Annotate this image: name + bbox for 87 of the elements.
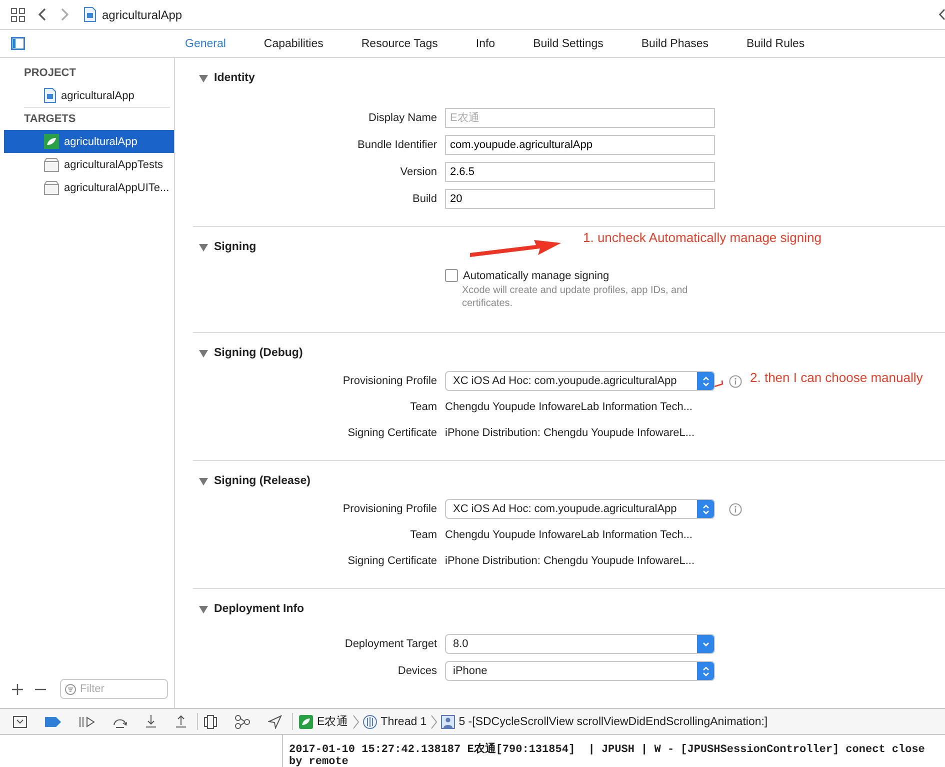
bundle-icon [44, 158, 59, 172]
sidebar-item[interactable]: agriculturalAppUITe... [4, 176, 174, 199]
sidebar-item[interactable]: agriculturalApp [4, 130, 174, 153]
sidebar-toggle-icon[interactable] [11, 37, 25, 50]
app-name[interactable]: E农通 [317, 714, 349, 729]
step-out-icon[interactable] [175, 715, 187, 728]
stack-frame[interactable]: 5 -[SDCycleScrollView scrollViewDidEndScrollingAnimation:] [458, 716, 768, 728]
sidebar-item[interactable]: agriculturalAppTests [4, 153, 174, 176]
field-label: Team [409, 401, 437, 413]
field-value: iPhone Distribution: Chengdu Youpude InfowareL... [445, 427, 695, 439]
thread-icon [362, 714, 377, 728]
field-label: Provisioning Profile [342, 375, 437, 387]
document-icon [44, 88, 56, 103]
section-title: Signing (Release) [214, 475, 310, 487]
breakpoint-icon[interactable] [45, 716, 61, 726]
section-title: Signing [214, 241, 256, 253]
collapse-icon[interactable] [939, 9, 945, 20]
leaf-app-icon [299, 714, 313, 728]
stack-frame-icon [440, 714, 455, 728]
location-icon[interactable] [268, 714, 282, 728]
field-label: Team [409, 529, 437, 541]
collapse-triangle-icon[interactable] [199, 604, 208, 614]
continue-icon[interactable] [79, 716, 95, 728]
breadcrumb-chevron-icon [352, 714, 359, 728]
collapse-triangle-icon[interactable] [199, 348, 208, 358]
console-toggle-icon[interactable] [13, 716, 27, 728]
field-value: Chengdu Youpude InfowareLab Information Tech... [445, 401, 692, 413]
field-label: Signing Certificate [346, 555, 437, 567]
field-label: Bundle Identifier [356, 139, 437, 151]
tab[interactable]: Build Settings [533, 38, 604, 50]
annotation-text: 1. uncheck Automatically manage signing [583, 230, 822, 245]
updown-chevron-icon [700, 502, 710, 516]
tab[interactable]: Build Phases [641, 38, 709, 50]
checkbox[interactable]: Automatically manage signing [445, 269, 945, 282]
text-field[interactable]: 2.6.5 [445, 162, 715, 182]
updown-chevron-icon [700, 374, 710, 388]
info-icon[interactable] [729, 502, 742, 516]
section-title: Signing (Debug) [214, 347, 303, 359]
view-hierarchy-icon[interactable] [204, 714, 217, 728]
console-line: 2017-01-10 15:27:42.138187 E农通[790:131854] | JPUSH | W - [JPUSHSessionController] conect close [289, 744, 926, 756]
popup-button[interactable]: XC iOS Ad Hoc: com.youpude.agriculturalApp [445, 371, 715, 391]
field-label: Version [399, 166, 437, 178]
tab[interactable]: Build Rules [746, 38, 805, 50]
popup-button[interactable]: 8.0 [445, 634, 715, 654]
section-title: Deployment Info [214, 603, 304, 615]
updown-chevron-icon [700, 664, 710, 678]
section-title: Identity [214, 72, 255, 84]
field-value: iPhone Distribution: Chengdu Youpude InfowareL... [445, 555, 695, 567]
sidebar-item[interactable]: agriculturalApp [0, 84, 174, 107]
tab[interactable]: Info [476, 38, 496, 50]
step-into-icon[interactable] [145, 715, 157, 728]
memory-graph-icon[interactable] [235, 714, 250, 728]
add-icon[interactable] [12, 684, 23, 694]
breadcrumb-chevron-icon [430, 714, 437, 728]
popup-button[interactable]: iPhone [445, 661, 715, 681]
console-line: by remote [289, 756, 350, 767]
text-field[interactable]: com.youpude.agriculturalApp [445, 135, 715, 155]
collapse-triangle-icon[interactable] [199, 74, 208, 82]
leaf-app-icon [44, 134, 59, 149]
field-label: Signing Certificate [346, 427, 437, 439]
info-icon[interactable] [729, 374, 742, 388]
tab[interactable]: Capabilities [264, 38, 324, 50]
text-field[interactable]: E农通 [445, 108, 715, 128]
filter-icon [65, 684, 76, 694]
sidebar-heading: PROJECT [24, 66, 77, 81]
project-title[interactable]: agriculturalApp [102, 8, 182, 22]
field-label: Build [412, 193, 437, 205]
grid-icon[interactable] [11, 8, 25, 22]
collapse-triangle-icon[interactable] [199, 242, 208, 252]
tab[interactable]: Resource Tags [361, 38, 438, 50]
field-label: Devices [396, 665, 437, 677]
field-label: Deployment Target [344, 638, 437, 650]
collapse-triangle-icon[interactable] [199, 476, 208, 486]
document-icon [84, 7, 96, 22]
filter-field[interactable]: Filter [60, 679, 168, 699]
help-text: Xcode will create and update profiles, app IDs, and certificates. [462, 284, 689, 310]
annotation-text: 2. then I can choose manually [750, 370, 923, 385]
tab[interactable]: General [185, 38, 226, 50]
sidebar-heading: TARGETS [24, 112, 77, 127]
bundle-icon [44, 180, 59, 194]
field-value: Chengdu Youpude InfowareLab Information Tech... [445, 529, 692, 541]
popup-button[interactable]: XC iOS Ad Hoc: com.youpude.agriculturalApp [445, 499, 715, 519]
back-icon[interactable] [38, 8, 46, 21]
field-label: Display Name [368, 112, 437, 124]
text-field[interactable]: 20 [445, 189, 715, 209]
thread-name[interactable]: Thread 1 [380, 716, 427, 728]
field-label: Provisioning Profile [342, 503, 437, 515]
